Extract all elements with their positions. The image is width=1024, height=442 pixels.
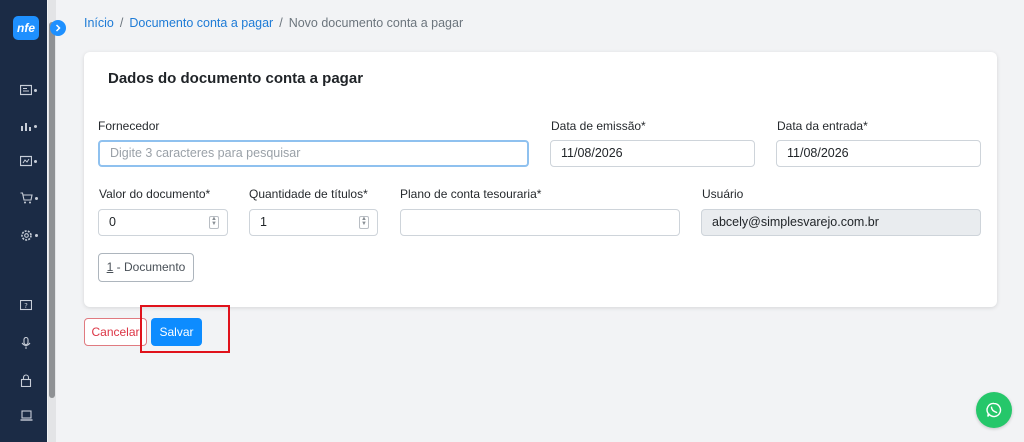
plano-conta-input[interactable]: [400, 209, 680, 236]
microphone-icon: [21, 336, 31, 349]
data-entrada-input[interactable]: 11/08/2026: [776, 140, 981, 167]
sidebar-item-dashboard[interactable]: [20, 82, 40, 98]
app-logo[interactable]: nfe: [13, 16, 39, 40]
breadcrumb-current: Novo documento conta a pagar: [288, 16, 464, 30]
sidebar: nfe ?: [0, 0, 47, 442]
settings-icon: [21, 229, 32, 241]
save-highlight-box: [140, 305, 230, 353]
valor-documento-stepper[interactable]: ▲ ▼: [209, 216, 219, 229]
fornecedor-input[interactable]: Digite 3 caracteres para pesquisar: [98, 140, 529, 167]
usuario-label: Usuário: [702, 187, 744, 201]
sidebar-item-settings[interactable]: [20, 227, 40, 243]
quantidade-titulos-label: Quantidade de títulos*: [249, 187, 368, 201]
documento-button[interactable]: 1 - Documento: [98, 253, 194, 282]
whatsapp-button[interactable]: [976, 392, 1012, 428]
sidebar-item-cart[interactable]: [20, 190, 40, 206]
card-title: Dados do documento conta a pagar: [108, 70, 364, 87]
sidebar-item-voice[interactable]: [20, 335, 40, 351]
valor-documento-label: Valor do documento*: [99, 187, 211, 201]
breadcrumb-home-link[interactable]: Início: [84, 16, 114, 30]
whatsapp-icon: [986, 402, 1002, 418]
valor-documento-value: 0: [109, 215, 116, 229]
data-emissao-input[interactable]: 11/08/2026: [550, 140, 755, 167]
document-form-card: Dados do documento conta a pagar Fornece…: [84, 52, 997, 307]
data-entrada-label: Data da entrada*: [777, 119, 868, 133]
cart-icon: [20, 192, 33, 204]
sidebar-item-feedback[interactable]: ?: [20, 298, 40, 314]
plano-conta-label: Plano de conta tesouraria*: [400, 187, 542, 201]
quantidade-titulos-stepper[interactable]: ▲ ▼: [359, 216, 369, 229]
chart-icon: [21, 123, 31, 131]
cancel-button[interactable]: Cancelar: [84, 318, 147, 346]
sidebar-scrollbar-thumb[interactable]: [49, 22, 55, 398]
sidebar-item-reports[interactable]: [20, 153, 40, 169]
dashboard-icon: [20, 84, 32, 96]
sidebar-item-lock[interactable]: [20, 372, 40, 388]
usuario-input: abcely@simplesvarejo.com.br: [701, 209, 981, 236]
data-emissao-label: Data de emissão*: [551, 119, 646, 133]
laptop-icon: [20, 410, 33, 421]
feedback-icon: ?: [20, 300, 32, 311]
report-icon: [20, 155, 32, 167]
lock-icon: [20, 373, 32, 387]
expand-icon: [55, 24, 61, 32]
documento-button-label: - Documento: [113, 260, 186, 274]
breadcrumb: Início / Documento conta a pagar / Novo docu…: [84, 16, 464, 30]
sidebar-item-charts[interactable]: [20, 118, 40, 134]
quantidade-titulos-input[interactable]: 1 ▲ ▼: [249, 209, 378, 236]
svg-text:?: ?: [24, 302, 28, 310]
valor-documento-input[interactable]: 0 ▲ ▼: [98, 209, 228, 236]
breadcrumb-section-link[interactable]: Documento conta a pagar: [129, 16, 273, 30]
fornecedor-label: Fornecedor: [98, 119, 160, 133]
expand-sidebar-button[interactable]: [50, 20, 66, 36]
quantidade-titulos-value: 1: [260, 215, 267, 229]
sidebar-item-device[interactable]: [20, 408, 40, 424]
